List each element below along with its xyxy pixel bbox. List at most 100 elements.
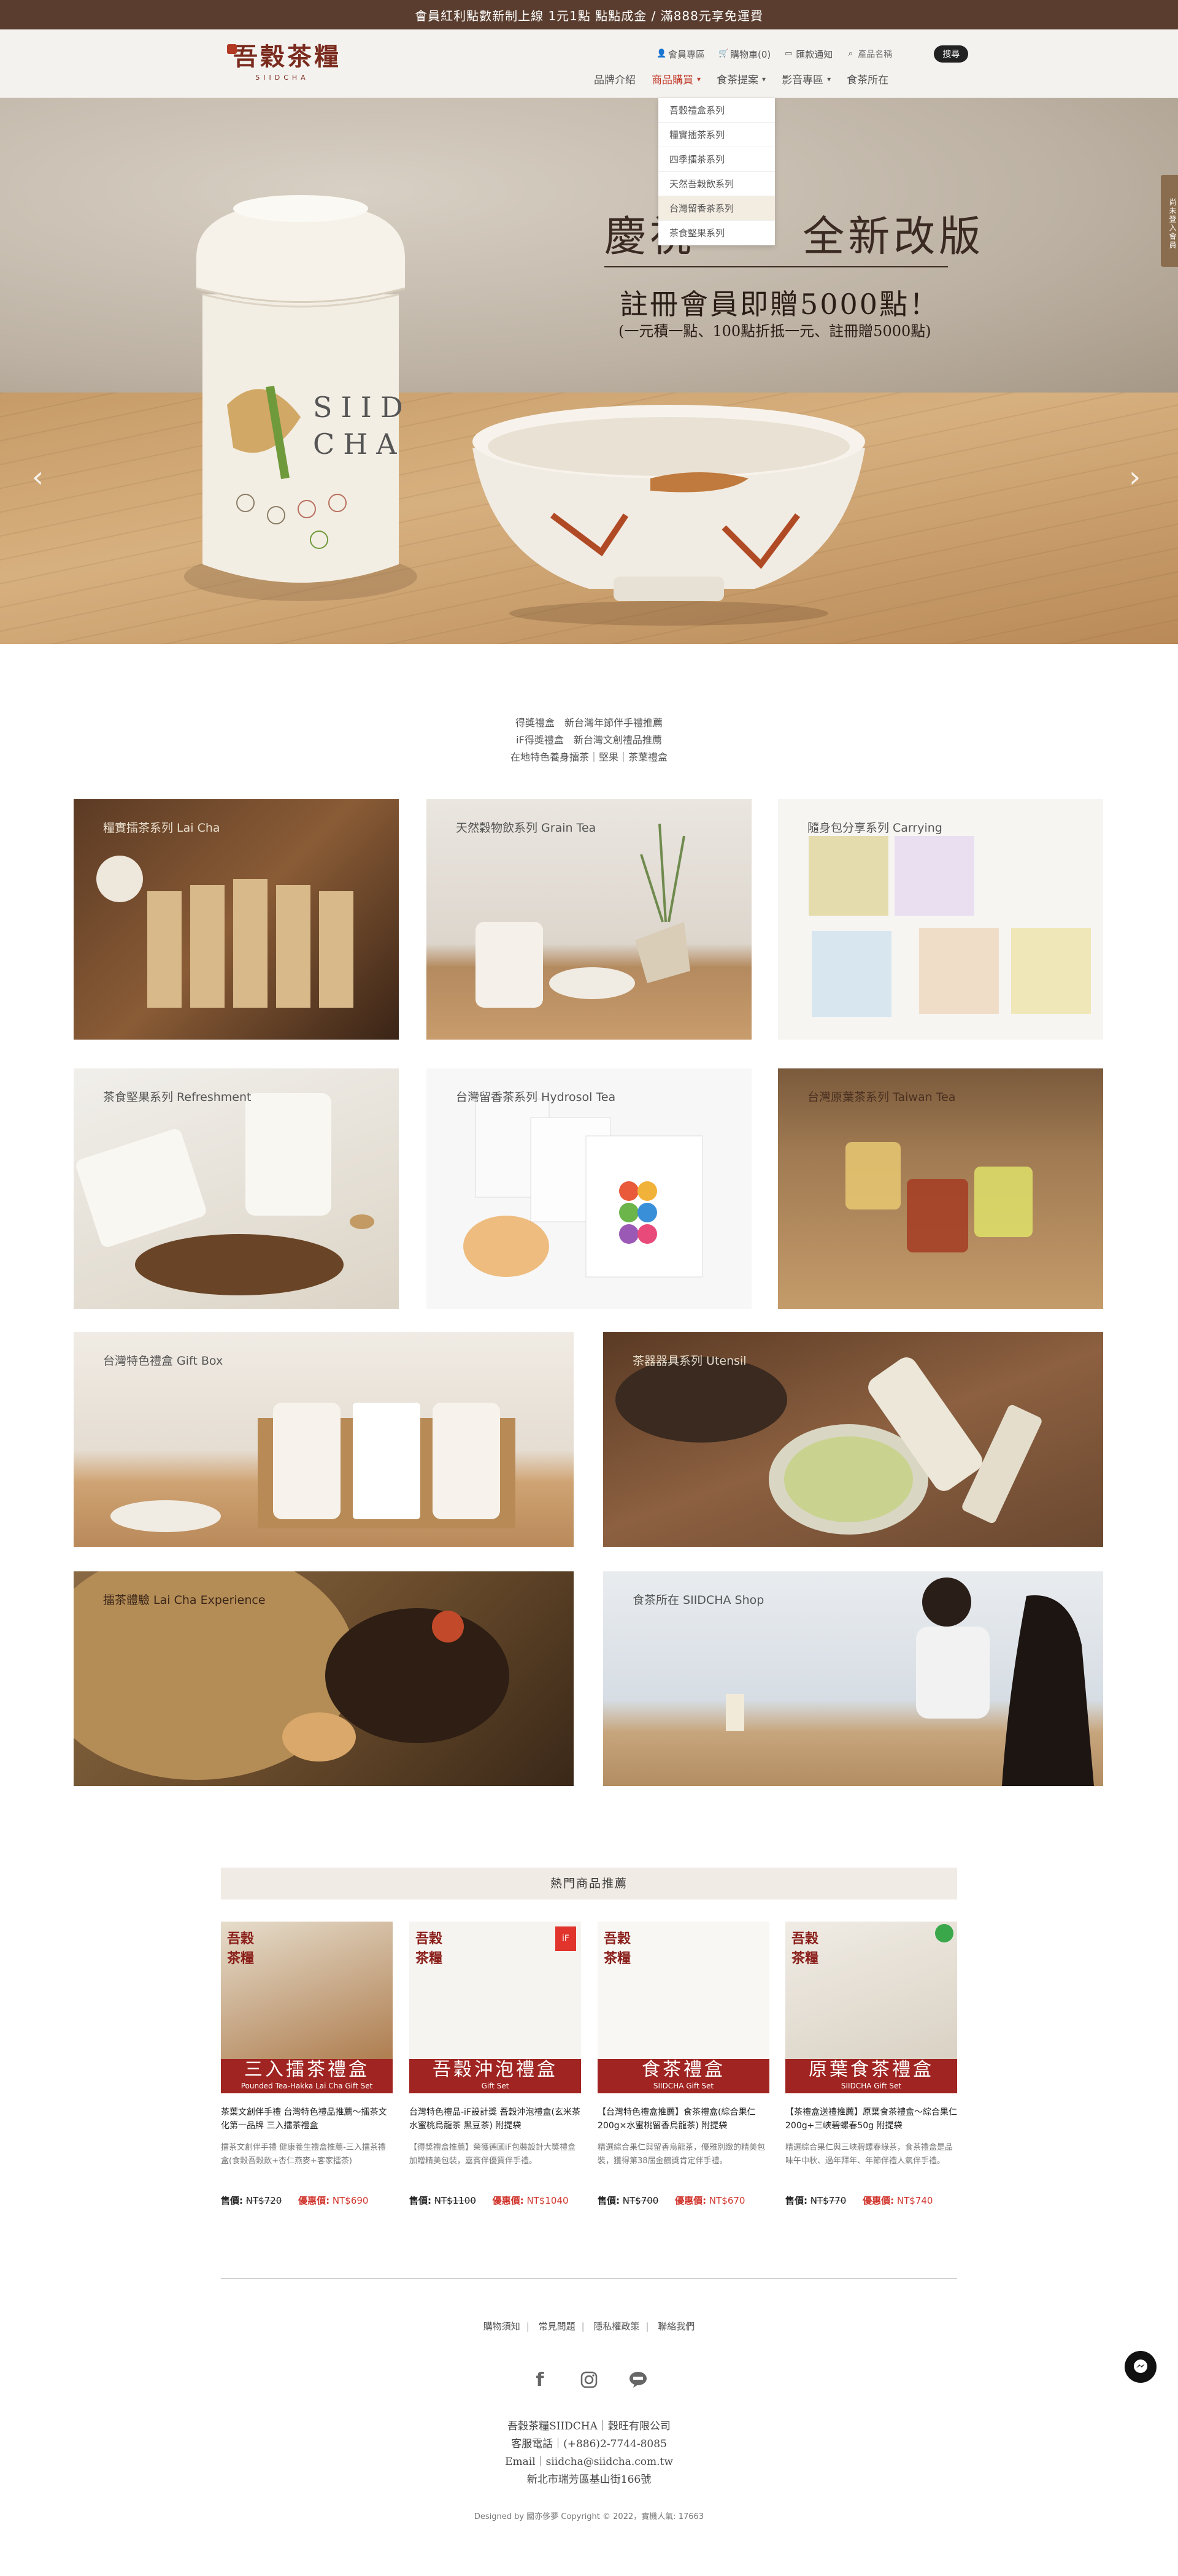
site-header: 吾穀茶糧 SIIDCHA 👤 會員專區 🛒 購物車(0) ▭ 匯款通知 ⌕ 搜尋… (0, 29, 1178, 98)
member-link[interactable]: 👤 會員專區 (656, 48, 705, 61)
product-card: 吾穀 茶糧 iF 吾穀沖泡禮盒 Gift Set 台灣特色禮品-iF設計獎 吾穀沖… (409, 1922, 581, 2207)
product-title[interactable]: 台灣特色禮品-iF設計獎 吾穀沖泡禮盒(玄米茶 水蜜桃烏龍茶 黑豆茶) 附提袋 (409, 2106, 581, 2135)
original-price: 售價: NT$720 (221, 2195, 282, 2206)
footer-link-privacy[interactable]: 隱私權政策 (593, 2321, 639, 2332)
footer-link-shopping-guide[interactable]: 購物須知 (483, 2321, 520, 2332)
dropdown-item[interactable]: 糧實擂茶系列 (658, 123, 775, 147)
line-icon[interactable] (626, 2367, 650, 2392)
hero-note: (一元積一點、100點折抵一元、註冊贈5000點) (618, 323, 931, 340)
category-tile-refreshment[interactable]: 茶食堅果系列 Refreshment (74, 1068, 399, 1309)
nav-shop-location[interactable]: 食茶所在 (847, 71, 888, 86)
announcement-text: 會員紅利點數新制上線 1元1點 點點成金 / 滿888元享免運費 (415, 8, 763, 23)
nav-media[interactable]: 影音專區 ▾ (782, 71, 831, 86)
logo-seal-icon (227, 44, 237, 54)
category-tile-grain-tea[interactable]: 天然穀物飲系列 Grain Tea (426, 799, 752, 1040)
category-tile-taiwan-tea[interactable]: 台灣原葉茶系列 Taiwan Tea (778, 1068, 1103, 1309)
category-tile-hydrosol-tea[interactable]: 台灣留香茶系列 Hydrosol Tea (426, 1068, 752, 1309)
product-band-sub: Pounded Tea-Hakka Lai Cha Gift Set (241, 2082, 373, 2090)
facebook-icon[interactable]: f (528, 2367, 552, 2392)
instagram-icon[interactable] (577, 2367, 601, 2392)
nav-label: 影音專區 (782, 74, 824, 86)
product-price: 售價: NT$1100 優惠價: NT$1040 (409, 2194, 581, 2207)
nav-shop[interactable]: 商品購買 ▾ (652, 71, 701, 86)
service-phone: 客服電話｜(+886)2-7744-8085 (511, 2438, 667, 2450)
separator: | (581, 2321, 585, 2332)
product-title[interactable]: 茶葉文創伴手禮 台灣特色禮品推薦～擂茶文化第一品牌 三入擂茶禮盒 (221, 2106, 393, 2135)
nav-label: 食茶所在 (847, 74, 889, 86)
chevron-down-icon: ▾ (697, 74, 701, 83)
nav-tea-proposal[interactable]: 食茶提案 ▾ (717, 71, 766, 86)
cart-label: 購物車(0) (730, 48, 771, 60)
category-tile-lai-cha[interactable]: 糧實擂茶系列 Lai Cha (74, 799, 399, 1040)
original-price: 售價: NT$770 (785, 2195, 847, 2206)
messenger-chat-icon[interactable] (1125, 2351, 1157, 2383)
dropdown-item[interactable]: 台灣留香茶系列 (658, 196, 775, 221)
hero-subtitle: 註冊會員即贈5000點！ (620, 288, 940, 321)
product-desc: 精選綜合果仁與三峽碧螺春綠茶，食茶禮盒是品味午中秋、過年拜年、年節伴禮人氣伴手禮… (785, 2143, 953, 2166)
search-icon: ⌕ (848, 49, 853, 58)
search-button[interactable]: 搜尋 (934, 45, 969, 63)
tea-can-image: SIID CHA (184, 195, 417, 601)
category-label: 台灣特色禮盒 Gift Box (103, 1354, 223, 1368)
hot-products-title: 熱門商品推薦 (221, 1868, 957, 1899)
category-label: 茶器器具系列 Utensil (633, 1354, 747, 1368)
dropdown-item[interactable]: 天然吾穀飲系列 (658, 172, 775, 196)
category-tile-experience[interactable]: 擂茶體驗 Lai Cha Experience (74, 1571, 574, 1786)
category-label: 台灣原葉茶系列 Taiwan Tea (807, 1091, 956, 1104)
chevron-down-icon: ▾ (827, 74, 831, 83)
product-image[interactable]: 吾穀 茶糧 食茶禮盒 SIIDCHA Gift Set (598, 1922, 769, 2093)
hero-next-arrow[interactable]: › (1129, 460, 1141, 494)
footer-links: 購物須知 | 常見問題 | 隱私權政策 | 聯絡我們 (0, 2320, 1178, 2333)
dropdown-item[interactable]: 四季擂茶系列 (658, 147, 775, 172)
user-icon: 👤 (656, 49, 667, 58)
category-tile-utensil[interactable]: 茶器器具系列 Utensil (603, 1332, 1103, 1547)
hero-title-right: 全新改版 (803, 213, 985, 261)
product-price: 售價: NT$700 優惠價: NT$670 (598, 2194, 769, 2207)
social-links: f (528, 2367, 650, 2392)
dropdown-item[interactable]: 吾穀禮盒系列 (658, 98, 775, 123)
intro-line: 得獎禮盒 新台灣年節伴手禮推薦 (515, 717, 663, 729)
intro-line: iF得獎禮盒 新台灣文創禮品推薦 (516, 734, 662, 746)
product-desc: 【得獎禮盒推薦】榮獲德國iF包裝設計大獎禮盒加贈精美包裝，嘉賓伴優質伴手禮。 (409, 2143, 576, 2166)
product-image[interactable]: 吾穀 茶糧 三入擂茶禮盒 Pounded Tea-Hakka Lai Cha Gi… (221, 1922, 393, 2093)
hero-prev-arrow[interactable]: ‹ (32, 460, 44, 494)
category-tile-shop[interactable]: 食茶所在 SIIDCHA Shop (603, 1571, 1103, 1786)
cart-icon: 🛒 (718, 49, 729, 58)
product-image[interactable]: 吾穀 茶糧 iF 吾穀沖泡禮盒 Gift Set (409, 1922, 581, 2093)
product-band: 吾穀沖泡禮盒 Gift Set (409, 2059, 581, 2093)
nav-label: 商品購買 (652, 74, 693, 86)
member-login-side-tab[interactable]: 尚未登入會員 (1161, 175, 1178, 267)
dropdown-item[interactable]: 茶食堅果系列 (658, 221, 775, 245)
category-label: 台灣留香茶系列 Hydrosol Tea (456, 1091, 616, 1104)
svg-text:SIID: SIID (313, 391, 412, 424)
product-band: 三入擂茶禮盒 Pounded Tea-Hakka Lai Cha Gift Se… (221, 2059, 393, 2093)
product-band: 食茶禮盒 SIIDCHA Gift Set (598, 2059, 769, 2093)
site-logo[interactable]: 吾穀茶糧 SIIDCHA (227, 40, 344, 90)
address: 新北市瑞芳區基山街166號 (526, 2474, 652, 2486)
main-nav: 品牌介紹 商品購買 ▾ 食茶提案 ▾ 影音專區 ▾ 食茶所在 (594, 71, 888, 86)
logo-text-zh: 吾穀茶糧 (233, 42, 341, 71)
nav-brand-intro[interactable]: 品牌介紹 (594, 71, 636, 86)
search-input[interactable] (858, 47, 926, 61)
sale-price: 優惠價: NT$670 (675, 2195, 745, 2206)
nav-label: 品牌介紹 (594, 74, 636, 86)
contact-email: Email｜siidcha@siidcha.com.tw (505, 2456, 673, 2468)
footer-link-faq[interactable]: 常見問題 (539, 2321, 576, 2332)
category-label: 擂茶體驗 Lai Cha Experience (103, 1593, 266, 1607)
category-tile-gift-box[interactable]: 台灣特色禮盒 Gift Box (74, 1332, 574, 1547)
hero-banner[interactable]: SIID CHA 慶祝 全新改版 註冊會員即贈5000點！ (一元積一點、100… (0, 98, 1178, 644)
product-desc: 精選綜合果仁與留香烏龍茶，優雅別緻的精美包裝，獲得第38屆金鶴獎肯定伴手禮。 (598, 2143, 766, 2166)
sale-price: 優惠價: NT$740 (863, 2195, 933, 2206)
remit-notice-link[interactable]: ▭ 匯款通知 (784, 48, 833, 61)
footer-link-contact[interactable]: 聯絡我們 (658, 2321, 695, 2332)
product-band-sub: SIIDCHA Gift Set (841, 2082, 902, 2090)
product-image[interactable]: 吾穀 茶糧 原葉食茶禮盒 SIIDCHA Gift Set (785, 1922, 957, 2093)
product-title[interactable]: 【茶禮盒送禮推薦】原葉食茶禮盒～綜合果仁200g+三峽碧螺春50g 附提袋 (785, 2106, 957, 2135)
intro-text: 得獎禮盒 新台灣年節伴手禮推薦 iF得獎禮盒 新台灣文創禮品推薦 在地特色養身擂… (0, 715, 1178, 766)
product-price: 售價: NT$720 優惠價: NT$690 (221, 2194, 393, 2207)
cart-link[interactable]: 🛒 購物車(0) (718, 48, 771, 61)
product-band-title: 吾穀沖泡禮盒 (433, 2059, 558, 2080)
sale-price: 優惠價: NT$1040 (492, 2195, 569, 2206)
product-title[interactable]: 【台灣特色禮盒推薦】食茶禮盒(綜合果仁200g×水蜜桃留香烏龍茶) 附提袋 (598, 2106, 769, 2135)
category-tile-carrying[interactable]: 隨身包分享系列 Carrying (778, 799, 1103, 1040)
